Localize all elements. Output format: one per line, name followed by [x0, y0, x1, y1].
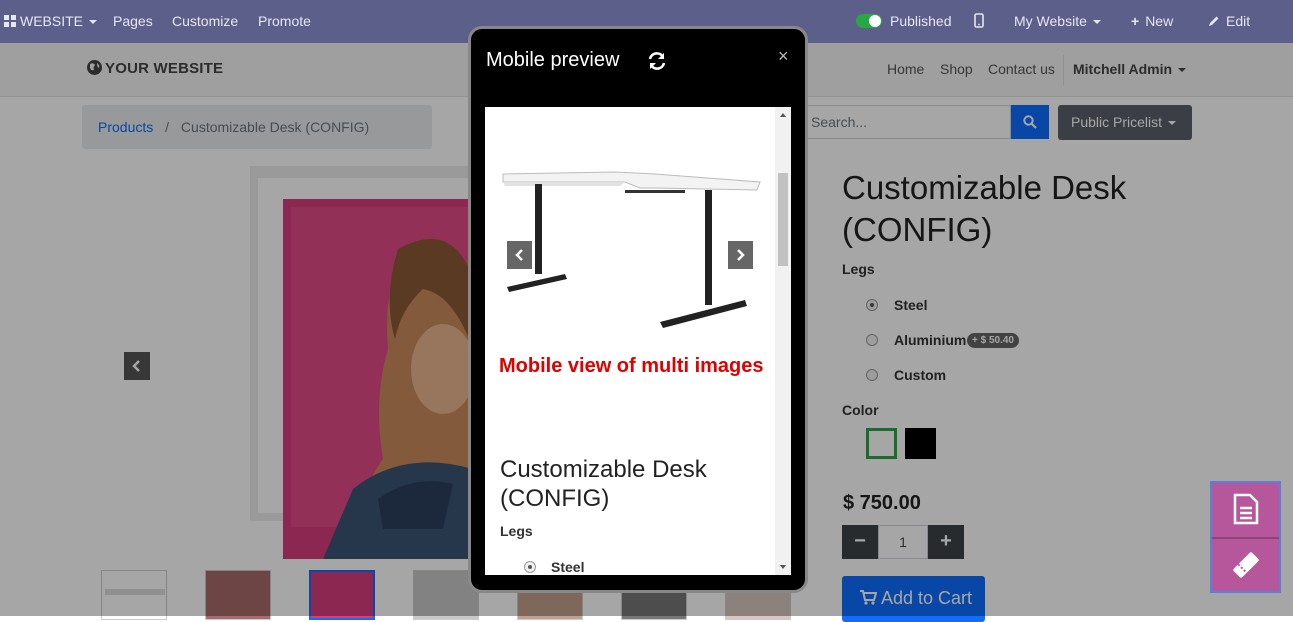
scroll-down-arrow-icon[interactable] [775, 562, 791, 572]
chevron-down-icon [89, 20, 98, 25]
document-icon [1233, 493, 1259, 525]
refresh-button[interactable] [647, 51, 667, 71]
toggle-switch-icon [856, 14, 882, 28]
refresh-icon [648, 52, 666, 70]
scrollbar-thumb[interactable] [778, 173, 788, 266]
my-website-menu[interactable]: My Website [1014, 0, 1101, 43]
close-button[interactable]: × [778, 46, 789, 67]
chevron-down-icon [1092, 20, 1101, 25]
pencil-icon [1209, 16, 1219, 26]
mobile-preview-modal: Mobile preview × Mobile view of multi im… [468, 26, 808, 593]
mobile-legs-label: Legs [500, 523, 533, 539]
mobile-scrollbar[interactable] [775, 107, 791, 575]
mobile-legs-option-steel: Steel [551, 559, 585, 575]
mobile-phone-icon [974, 13, 984, 28]
ticket-widget-button[interactable] [1212, 539, 1279, 591]
edit-button[interactable]: Edit [1208, 0, 1250, 43]
published-label: Published [890, 13, 952, 29]
published-toggle[interactable]: Published [856, 0, 952, 43]
mobile-carousel-next-button[interactable] [728, 241, 753, 269]
mobile-legs-radio-steel[interactable] [524, 561, 536, 573]
website-menu[interactable]: WEBSITE [4, 0, 98, 43]
ticket-icon [1233, 552, 1259, 578]
plus-icon: + [1131, 13, 1140, 29]
menu-promote[interactable]: Promote [258, 0, 311, 43]
scroll-up-arrow-icon[interactable] [775, 110, 791, 120]
modal-title: Mobile preview [486, 49, 620, 71]
document-widget-button[interactable] [1212, 483, 1279, 537]
website-menu-label: WEBSITE [20, 13, 84, 29]
edit-label: Edit [1226, 13, 1251, 29]
new-button[interactable]: + New [1131, 0, 1173, 43]
mobile-carousel-prev-button[interactable] [507, 241, 532, 269]
desk-product-image [502, 171, 761, 328]
mobile-product-title: Customizable Desk (CONFIG) [500, 456, 707, 512]
apps-grid-icon [4, 15, 16, 27]
menu-customize[interactable]: Customize [172, 0, 238, 43]
chevron-left-icon [515, 249, 523, 261]
side-floating-widget [1210, 481, 1281, 593]
mobile-screen: Mobile view of multi images Customizable… [485, 107, 791, 575]
chevron-right-icon [737, 249, 745, 261]
close-icon: × [778, 46, 789, 66]
new-label: New [1145, 13, 1174, 29]
mobile-preview-button[interactable] [974, 0, 984, 43]
my-website-label: My Website [1014, 13, 1087, 29]
menu-pages[interactable]: Pages [113, 0, 153, 43]
mobile-view-annotation: Mobile view of multi images [499, 355, 764, 377]
